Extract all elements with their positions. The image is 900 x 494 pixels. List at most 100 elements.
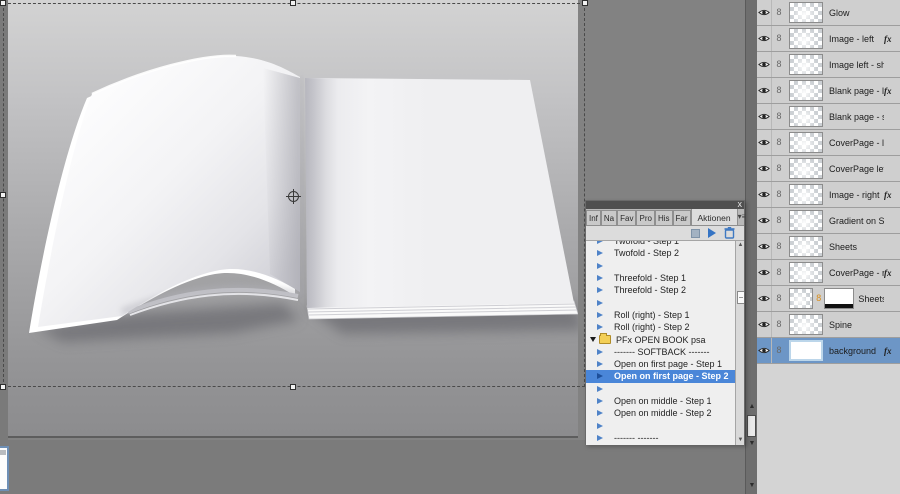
play-triangle-icon[interactable] <box>597 324 603 330</box>
link-chain-icon[interactable]: 8 <box>772 268 786 278</box>
layer-thumbnail[interactable] <box>789 314 823 335</box>
layer-thumbnail[interactable] <box>789 288 813 309</box>
layer-row[interactable]: 8CoverPage - rightfx <box>757 260 900 286</box>
link-chain-icon[interactable]: 8 <box>772 112 786 122</box>
play-triangle-icon[interactable] <box>597 361 603 367</box>
transform-handle-bottom-left[interactable] <box>0 384 6 390</box>
visibility-eye-icon[interactable] <box>757 286 772 311</box>
fx-icon[interactable]: fx <box>884 34 900 44</box>
layer-row[interactable]: 8Spine <box>757 312 900 338</box>
fx-icon[interactable]: fx <box>884 190 900 200</box>
link-chain-icon[interactable]: 8 <box>772 294 786 304</box>
layer-name[interactable]: Image left - shadow <box>829 60 884 70</box>
layer-mask-thumbnail[interactable] <box>824 288 854 309</box>
tab-pro[interactable]: Pro <box>636 210 654 225</box>
transform-handle-top-right[interactable] <box>582 0 588 6</box>
layer-name[interactable]: Blank page - left <box>829 86 884 96</box>
window-scrollbar-thumb[interactable] <box>747 415 756 437</box>
action-row[interactable]: Open on middle - Step 1 <box>586 395 735 407</box>
play-triangle-icon[interactable] <box>597 373 603 379</box>
link-chain-icon[interactable]: 8 <box>772 190 786 200</box>
visibility-eye-icon[interactable] <box>757 130 772 155</box>
visibility-eye-icon[interactable] <box>757 0 772 25</box>
fx-icon[interactable]: fx <box>884 346 900 356</box>
close-icon[interactable]: x <box>738 199 743 209</box>
layer-row[interactable]: 8 CoverPage left - sha... <box>757 156 900 182</box>
actions-scrollbar-thumb[interactable] <box>737 291 745 304</box>
layer-row[interactable]: 8 Gradient on Sheets <box>757 208 900 234</box>
layer-thumbnail[interactable] <box>789 80 823 101</box>
play-triangle-icon[interactable] <box>597 275 603 281</box>
layer-row[interactable]: 88Sheets... <box>757 286 900 312</box>
layer-thumbnail[interactable] <box>789 132 823 153</box>
trash-icon[interactable] <box>724 227 735 239</box>
action-row[interactable]: ------- ------- <box>586 432 735 444</box>
link-chain-icon[interactable]: 8 <box>772 164 786 174</box>
tab-aktionen[interactable]: Aktionen <box>691 208 738 225</box>
docked-thumbnail[interactable] <box>0 446 9 491</box>
layer-thumbnail[interactable] <box>789 236 823 257</box>
transform-reference-point[interactable] <box>288 191 299 202</box>
layer-name[interactable]: CoverPage left - sha... <box>829 164 884 174</box>
mask-link-icon[interactable]: 8 <box>816 294 821 304</box>
panel-menu-icon[interactable]: ▾≡ <box>738 210 747 225</box>
action-row[interactable] <box>586 419 735 431</box>
layer-thumbnail[interactable] <box>789 54 823 75</box>
layer-row[interactable]: 8Blank page - leftfx <box>757 78 900 104</box>
layer-name[interactable]: Spine <box>829 320 884 330</box>
transform-handle-middle-left[interactable] <box>0 192 6 198</box>
layer-name[interactable]: Image - left <box>829 34 884 44</box>
visibility-eye-icon[interactable] <box>757 260 772 285</box>
layer-name[interactable]: Image - right <box>829 190 884 200</box>
layer-name[interactable]: Blank page - shadow <box>829 112 884 122</box>
visibility-eye-icon[interactable] <box>757 234 772 259</box>
layer-row[interactable]: 8 backgroundfx <box>757 338 900 364</box>
layer-thumbnail[interactable] <box>789 340 823 361</box>
layer-name[interactable]: background <box>829 346 884 356</box>
visibility-eye-icon[interactable] <box>757 104 772 129</box>
play-triangle-icon[interactable] <box>597 398 603 404</box>
action-row[interactable]: Twofold - Step 2 <box>586 247 735 259</box>
tab-na[interactable]: Na <box>601 210 617 225</box>
scroll-up-icon[interactable]: ▲ <box>736 241 744 250</box>
layer-name[interactable]: Gradient on Sheets <box>829 216 884 226</box>
layer-name[interactable]: Glow <box>829 8 884 18</box>
layer-thumbnail[interactable] <box>789 28 823 49</box>
stop-icon[interactable] <box>691 229 700 238</box>
layer-row[interactable]: 8Image - leftfx <box>757 26 900 52</box>
action-row[interactable]: ------- SOFTBACK ------- <box>586 346 735 358</box>
action-row[interactable]: Threefold - Step 2 <box>586 284 735 296</box>
layer-row[interactable]: 8 Image - rightfx <box>757 182 900 208</box>
document-canvas[interactable] <box>8 0 578 438</box>
layer-thumbnail[interactable] <box>789 210 823 231</box>
play-triangle-icon[interactable] <box>597 423 603 429</box>
play-triangle-icon[interactable] <box>597 287 603 293</box>
layer-row[interactable]: 8CoverPage - left <box>757 130 900 156</box>
window-scrollbar[interactable]: ▲ ▼ ▼ <box>745 0 757 494</box>
play-triangle-icon[interactable] <box>597 312 603 318</box>
visibility-eye-icon[interactable] <box>757 156 772 181</box>
visibility-eye-icon[interactable] <box>757 52 772 77</box>
visibility-eye-icon[interactable] <box>757 312 772 337</box>
layer-row[interactable]: 8Sheets <box>757 234 900 260</box>
visibility-eye-icon[interactable] <box>757 338 772 363</box>
action-row[interactable]: Roll (right) - Step 1 <box>586 309 735 321</box>
play-icon[interactable] <box>708 228 716 238</box>
layer-row[interactable]: 8 Blank page - shadow <box>757 104 900 130</box>
layer-row[interactable]: 8Glow <box>757 0 900 26</box>
visibility-eye-icon[interactable] <box>757 182 772 207</box>
play-triangle-icon[interactable] <box>597 250 603 256</box>
play-triangle-icon[interactable] <box>597 263 603 269</box>
layer-thumbnail[interactable] <box>789 184 823 205</box>
layer-name[interactable]: CoverPage - left <box>829 138 884 148</box>
play-triangle-icon[interactable] <box>597 300 603 306</box>
link-chain-icon[interactable]: 8 <box>772 346 786 356</box>
transform-handle-top-left[interactable] <box>0 0 6 6</box>
layer-thumbnail[interactable] <box>789 158 823 179</box>
play-triangle-icon[interactable] <box>597 386 603 392</box>
visibility-eye-icon[interactable] <box>757 26 772 51</box>
action-row[interactable]: Open on middle - Step 2 <box>586 407 735 419</box>
layer-thumbnail[interactable] <box>789 106 823 127</box>
tab-his[interactable]: His <box>655 210 673 225</box>
link-chain-icon[interactable]: 8 <box>772 216 786 226</box>
